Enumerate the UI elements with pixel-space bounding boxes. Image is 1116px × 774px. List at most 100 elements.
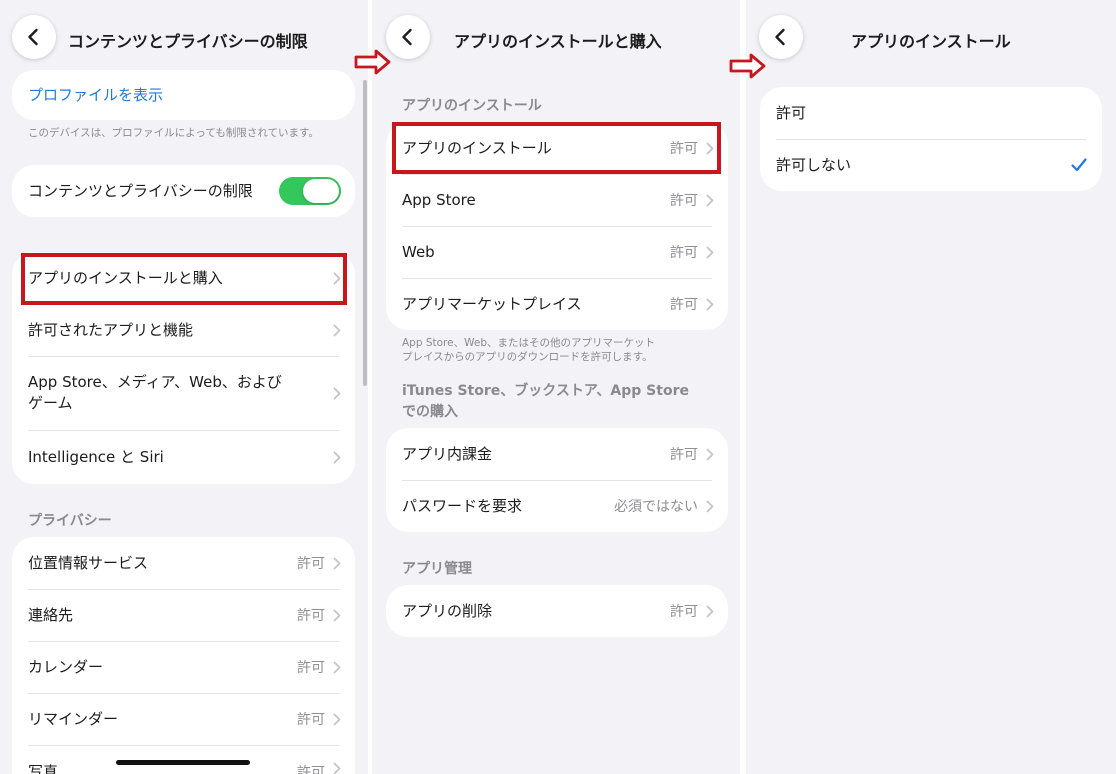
purchase-group: アプリ内課金 許可 パスワードを要求 必須ではない [386, 428, 728, 532]
page-title: アプリのインストールと購入 [454, 32, 662, 51]
chevron-right-icon [706, 194, 714, 206]
red-arrow-icon [354, 49, 391, 75]
install-group: アプリのインストール 許可 App Store 許可 Web 許可 アプリマーケ… [386, 122, 728, 330]
privacy-group: 位置情報サービス 許可 連絡先 許可 カレンダー 許可 リマインダー 許可 写真… [12, 537, 355, 774]
chevron-right-icon [706, 448, 714, 460]
privacy-item-value: 許可 [297, 608, 325, 624]
view-profile-link[interactable]: プロファイルを表示 [12, 70, 355, 120]
back-chevron-icon [402, 28, 412, 46]
privacy-item-location[interactable]: 位置情報サービス 許可 [12, 537, 355, 589]
privacy-section-header: プライバシー [28, 513, 112, 529]
chevron-right-icon [333, 557, 341, 569]
privacy-item-contacts[interactable]: 連絡先 許可 [12, 589, 355, 641]
profile-note: このデバイスは、プロファイルによっても制限されています。 [28, 127, 319, 139]
purchase-item-value: 必須ではない [614, 499, 698, 515]
screen-app-install-purchase: アプリのインストールと購入 アプリのインストール アプリのインストール 許可 A… [372, 0, 740, 774]
chevron-right-icon [333, 713, 341, 725]
purchase-item-value: 許可 [670, 447, 698, 463]
restriction-toggle-switch[interactable] [279, 177, 341, 205]
back-chevron-icon [775, 28, 785, 46]
chevron-right-icon [706, 142, 714, 154]
purchase-section-header-line2: での購入 [402, 404, 458, 420]
privacy-item-label: 連絡先 [28, 605, 74, 624]
privacy-item-label: リマインダー [28, 709, 119, 728]
install-item-label: アプリのインストール [402, 138, 552, 157]
install-item-web[interactable]: Web 許可 [386, 226, 728, 278]
back-chevron-icon [28, 28, 38, 46]
chevron-right-icon [333, 324, 341, 336]
screen-content-privacy: コンテンツとプライバシーの制限 プロファイルを表示 このデバイスは、プロファイル… [0, 0, 368, 774]
restriction-toggle-group: コンテンツとプライバシーの制限 [12, 165, 355, 217]
toggle-knob [303, 179, 339, 203]
chevron-right-icon [333, 451, 341, 463]
restriction-menu-group: アプリのインストールと購入 許可されたアプリと機能 App Store、メディア… [12, 252, 355, 484]
menu-item-app-install-purchase[interactable]: アプリのインストールと購入 [12, 252, 355, 304]
option-label: 許可 [776, 103, 807, 122]
privacy-item-value: 許可 [297, 712, 325, 728]
management-item-value: 許可 [670, 604, 698, 620]
chevron-right-icon [706, 605, 714, 617]
install-item-label: Web [402, 242, 435, 261]
chevron-right-icon [706, 500, 714, 512]
option-disallow[interactable]: 許可しない [760, 139, 1102, 191]
scrollbar[interactable] [363, 80, 367, 386]
page-title: コンテンツとプライバシーの制限 [68, 32, 308, 51]
install-section-header: アプリのインストール [402, 98, 542, 114]
management-item-delete-app[interactable]: アプリの削除 許可 [386, 585, 728, 637]
privacy-item-value: 許可 [297, 660, 325, 676]
purchase-item-in-app[interactable]: アプリ内課金 許可 [386, 428, 728, 480]
install-item-label: アプリマーケットプレイス [402, 294, 582, 313]
chevron-right-icon [706, 298, 714, 310]
option-allow[interactable]: 許可 [760, 87, 1102, 139]
chevron-right-icon [706, 246, 714, 258]
page-title: アプリのインストール [851, 32, 1011, 51]
chevron-right-icon [333, 387, 341, 399]
menu-item-label: Intelligence と Siri [28, 447, 164, 466]
chevron-right-icon [333, 609, 341, 621]
profile-group: プロファイルを表示 [12, 70, 355, 120]
red-arrow-icon [729, 53, 766, 79]
privacy-item-label: 位置情報サービス [28, 553, 149, 572]
restriction-toggle-label: コンテンツとプライバシーの制限 [28, 181, 253, 200]
privacy-item-calendar[interactable]: カレンダー 許可 [12, 641, 355, 693]
privacy-item-value: 許可 [297, 765, 325, 774]
privacy-item-value: 許可 [297, 556, 325, 572]
install-note-line1: App Store、Web、またはその他のアプリマーケット [402, 337, 655, 349]
option-label: 許可しない [776, 155, 852, 174]
management-item-label: アプリの削除 [402, 601, 493, 620]
restriction-toggle-row: コンテンツとプライバシーの制限 [12, 165, 355, 217]
install-item-value: 許可 [670, 193, 698, 209]
view-profile-label: プロファイルを表示 [28, 85, 164, 104]
install-item-app-store[interactable]: App Store 許可 [386, 174, 728, 226]
install-item-label: App Store [402, 190, 476, 209]
install-item-app-install[interactable]: アプリのインストール 許可 [386, 122, 728, 174]
menu-item-label: 許可されたアプリと機能 [28, 320, 194, 339]
app-management-section-header: アプリ管理 [402, 561, 472, 577]
install-item-value: 許可 [670, 297, 698, 313]
install-item-value: 許可 [670, 141, 698, 157]
back-button[interactable] [386, 15, 430, 59]
app-management-group: アプリの削除 許可 [386, 585, 728, 637]
purchase-section-header-line1: iTunes Store、ブックストア、App Store [402, 383, 689, 399]
install-item-value: 許可 [670, 245, 698, 261]
chevron-right-icon [333, 661, 341, 673]
purchase-item-label: アプリ内課金 [402, 444, 493, 463]
checkmark-icon [1071, 158, 1087, 172]
menu-item-label: App Store、メディア、Web、および ゲーム [28, 373, 282, 412]
menu-item-label: アプリのインストールと購入 [28, 268, 223, 287]
chevron-right-icon [333, 272, 341, 284]
purchase-item-password[interactable]: パスワードを要求 必須ではない [386, 480, 728, 532]
install-item-marketplace[interactable]: アプリマーケットプレイス 許可 [386, 278, 728, 330]
privacy-item-label: カレンダー [28, 657, 104, 676]
install-note-line2: プレイスからのアプリのダウンロードを許可します。 [402, 351, 653, 363]
screen-app-install: アプリのインストール 許可 許可しない [746, 0, 1116, 774]
menu-item-appstore-media[interactable]: App Store、メディア、Web、および ゲーム [12, 356, 355, 430]
purchase-item-label: パスワードを要求 [402, 496, 523, 515]
privacy-item-reminders[interactable]: リマインダー 許可 [12, 693, 355, 745]
chevron-right-icon [333, 762, 341, 774]
install-option-group: 許可 許可しない [760, 87, 1102, 191]
home-indicator[interactable] [116, 760, 250, 765]
menu-item-allowed-apps[interactable]: 許可されたアプリと機能 [12, 304, 355, 356]
back-button[interactable] [12, 15, 56, 59]
menu-item-intelligence-siri[interactable]: Intelligence と Siri [12, 430, 355, 484]
